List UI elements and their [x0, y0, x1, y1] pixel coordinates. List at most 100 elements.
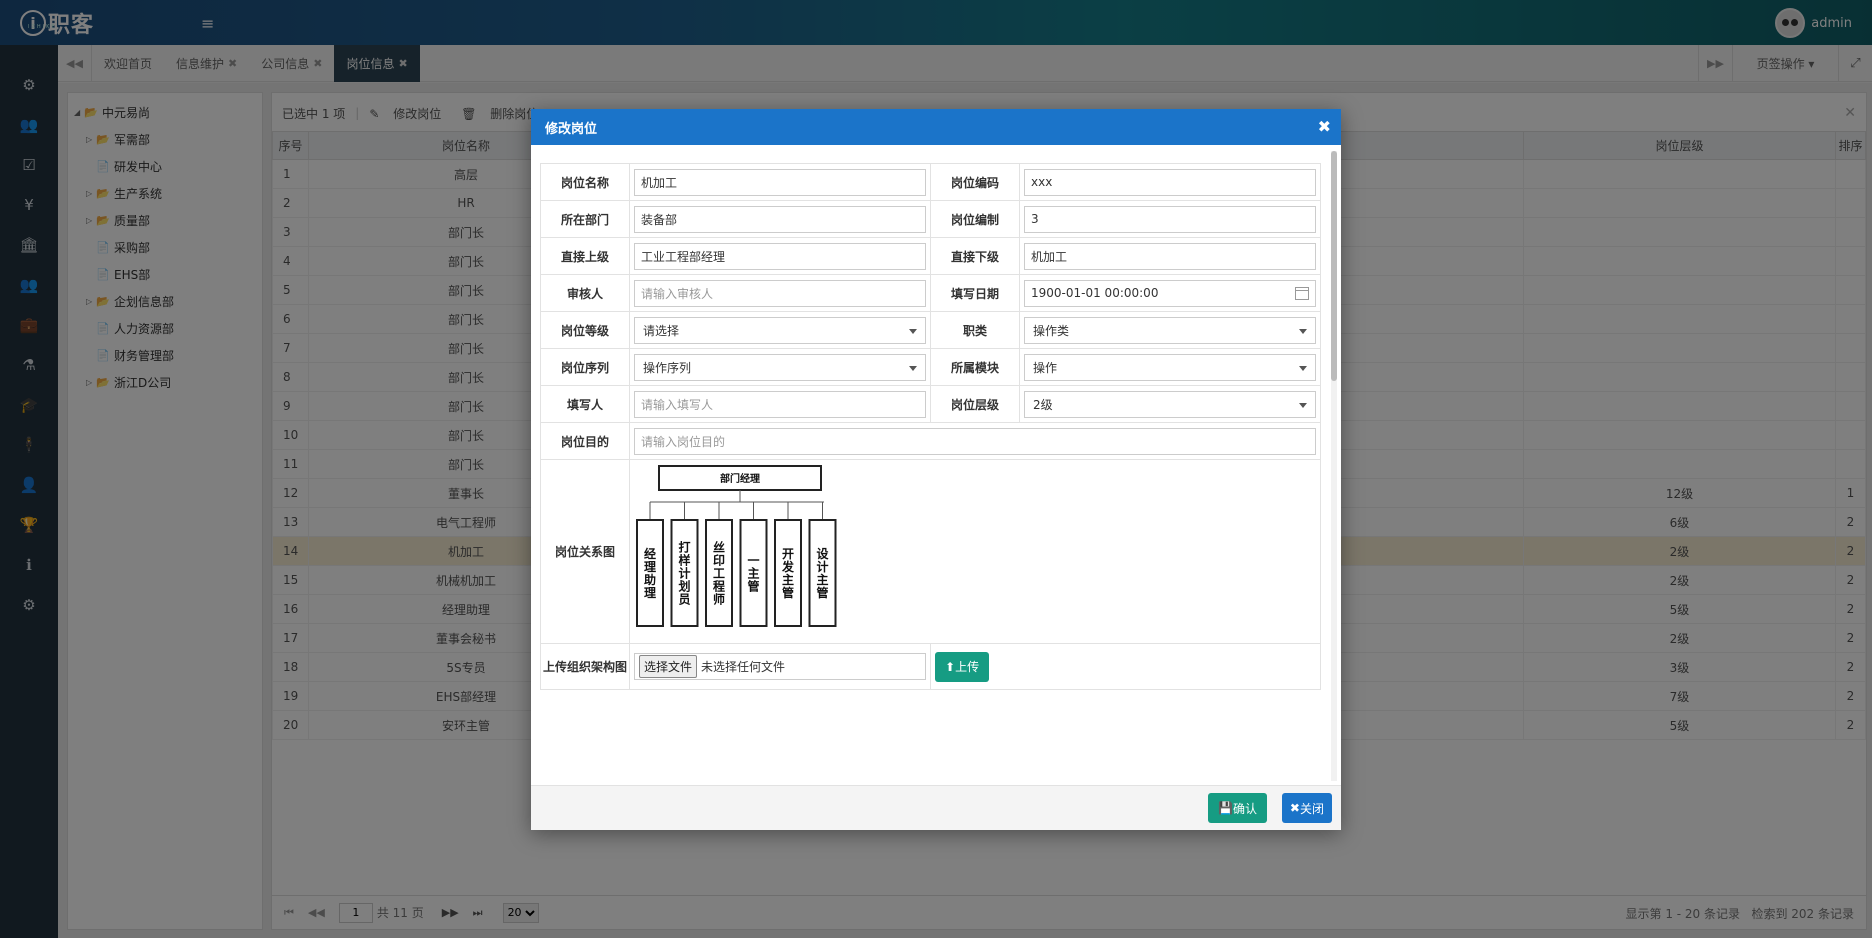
module-value: 操作: [1033, 360, 1058, 375]
post-name-input[interactable]: 机加工: [634, 168, 926, 196]
level-label: 岗位层级: [930, 385, 1020, 423]
file-status: 未选择任何文件: [701, 660, 786, 674]
form-cell: 机加工: [629, 163, 931, 201]
org-chart-cell: 部门经理 经理助理 打样计划员 丝印工程师 一主管 开发主管 设计主管: [629, 459, 1321, 644]
form-row: 所在部门 装备部 岗位编制 3: [540, 200, 1321, 238]
sequence-select[interactable]: 操作序列: [634, 353, 926, 381]
superior-input[interactable]: 工业工程部经理: [634, 242, 926, 270]
form-cell: 2级: [1019, 385, 1321, 423]
org-chart-image: 部门经理 经理助理 打样计划员 丝印工程师 一主管 开发主管 设计主管: [636, 465, 837, 627]
date-value: 1900-01-01 00:00:00: [1031, 286, 1159, 300]
close-button[interactable]: ✖ 关闭: [1281, 793, 1332, 823]
upload-icon: ⬆: [945, 659, 956, 674]
confirm-button[interactable]: 💾 确认: [1208, 793, 1267, 823]
chevron-down-icon: [909, 365, 917, 371]
quota-label: 岗位编制: [930, 200, 1020, 238]
writer-input[interactable]: 请输入填写人: [634, 390, 926, 418]
post-code-label: 岗位编码: [930, 163, 1020, 201]
grade-select[interactable]: 请选择: [634, 316, 926, 344]
category-label: 职类: [930, 311, 1020, 349]
modal-footer: 💾 确认 ✖ 关闭: [531, 785, 1341, 830]
form-cell: 操作类: [1019, 311, 1321, 349]
org-child-label: 开发主管: [781, 547, 795, 600]
form-row: 岗位等级 请选择 职类 操作类: [540, 311, 1321, 349]
form-cell: 操作: [1019, 348, 1321, 386]
category-select[interactable]: 操作类: [1024, 316, 1316, 344]
form-cell: 装备部: [629, 200, 931, 238]
org-child-label: 丝印工程师: [713, 540, 725, 607]
modal-body: 岗位名称 机加工 岗位编码 xxx 所在部门 装备部 岗位编制 3 直接上级 工…: [531, 145, 1341, 785]
close-label: 关闭: [1299, 801, 1324, 816]
form-cell: 请选择: [629, 311, 931, 349]
form-row: 岗位名称 机加工 岗位编码 xxx: [540, 163, 1321, 201]
form-cell: 请输入岗位目的: [629, 422, 1321, 460]
grade-label: 岗位等级: [540, 311, 630, 349]
calendar-icon[interactable]: [1295, 286, 1309, 300]
category-value: 操作类: [1033, 323, 1070, 338]
form-cell: 1900-01-01 00:00:00: [1019, 274, 1321, 312]
subordinate-input[interactable]: 机加工: [1024, 242, 1316, 270]
level-select[interactable]: 2级: [1024, 390, 1316, 418]
subordinate-label: 直接下级: [930, 237, 1020, 275]
org-child-label: 打样计划员: [678, 540, 690, 607]
form-row: 审核人 请输入审核人 填写日期 1900-01-01 00:00:00: [540, 274, 1321, 312]
level-value: 2级: [1033, 397, 1053, 412]
chevron-down-icon: [1299, 402, 1307, 408]
reviewer-label: 审核人: [540, 274, 630, 312]
module-label: 所属模块: [930, 348, 1020, 386]
date-input[interactable]: 1900-01-01 00:00:00: [1024, 279, 1316, 307]
dept-input[interactable]: 装备部: [634, 205, 926, 233]
modal-header: 修改岗位: [531, 109, 1341, 145]
purpose-label: 岗位目的: [540, 422, 630, 460]
date-label: 填写日期: [930, 274, 1020, 312]
form-row: 直接上级 工业工程部经理 直接下级 机加工: [540, 237, 1321, 275]
relation-label: 岗位关系图: [540, 459, 630, 644]
modal-title: 修改岗位: [545, 121, 598, 137]
org-children: 经理助理 打样计划员 丝印工程师 一主管 开发主管 设计主管: [636, 502, 837, 627]
form-cell: 请输入审核人: [629, 274, 931, 312]
quota-input[interactable]: 3: [1024, 205, 1316, 233]
purpose-input[interactable]: 请输入岗位目的: [634, 427, 1316, 455]
chevron-down-icon: [909, 328, 917, 334]
reviewer-input[interactable]: 请输入审核人: [634, 279, 926, 307]
form-cell: 选择文件 未选择任何文件: [629, 643, 931, 690]
save-icon: 💾: [1218, 801, 1233, 815]
close-icon[interactable]: ✖: [1318, 117, 1331, 136]
form-cell: 操作序列: [629, 348, 931, 386]
sequence-label: 岗位序列: [540, 348, 630, 386]
module-select[interactable]: 操作: [1024, 353, 1316, 381]
form-cell: 机加工: [1019, 237, 1321, 275]
form-cell: 请输入填写人: [629, 385, 931, 423]
superior-label: 直接上级: [540, 237, 630, 275]
form-cell: 3: [1019, 200, 1321, 238]
org-child-label: 一主管: [747, 554, 759, 594]
form-row: 岗位目的 请输入岗位目的: [540, 422, 1321, 460]
post-code-input[interactable]: xxx: [1024, 168, 1316, 196]
form-row: 填写人 请输入填写人 岗位层级 2级: [540, 385, 1321, 423]
edit-post-modal: 修改岗位 ✖ 岗位名称 机加工 岗位编码 xxx 所在部门 装备部 岗位编制 3…: [531, 109, 1341, 830]
upload-label-text: 上传: [955, 660, 980, 674]
choose-file-button[interactable]: 选择文件: [639, 655, 698, 678]
grade-value: 请选择: [643, 323, 680, 338]
org-child-label: 经理助理: [644, 546, 656, 600]
modal-scrollbar[interactable]: [1331, 151, 1337, 781]
post-form: 岗位名称 机加工 岗位编码 xxx 所在部门 装备部 岗位编制 3 直接上级 工…: [540, 163, 1321, 690]
scrollbar-thumb[interactable]: [1331, 151, 1337, 381]
dept-label: 所在部门: [540, 200, 630, 238]
org-child-label: 设计主管: [816, 546, 829, 600]
upload-cell: ⬆ 上传: [930, 643, 1321, 690]
form-row: 岗位序列 操作序列 所属模块 操作: [540, 348, 1321, 386]
writer-label: 填写人: [540, 385, 630, 423]
form-row: 岗位关系图 部门经理 经理助理 打样计划员 丝印工程师 一主管 开发主管 设计主管: [540, 459, 1321, 644]
post-name-label: 岗位名称: [540, 163, 630, 201]
chevron-down-icon: [1299, 365, 1307, 371]
org-root-label: 部门经理: [720, 472, 760, 485]
confirm-label: 确认: [1232, 801, 1257, 816]
close-icon: ✖: [1289, 801, 1300, 815]
chevron-down-icon: [1299, 328, 1307, 334]
upload-button[interactable]: ⬆ 上传: [935, 651, 990, 682]
form-cell: 工业工程部经理: [629, 237, 931, 275]
sequence-value: 操作序列: [643, 360, 692, 375]
upload-label: 上传组织架构图: [540, 643, 630, 690]
file-input[interactable]: 选择文件 未选择任何文件: [634, 653, 926, 680]
